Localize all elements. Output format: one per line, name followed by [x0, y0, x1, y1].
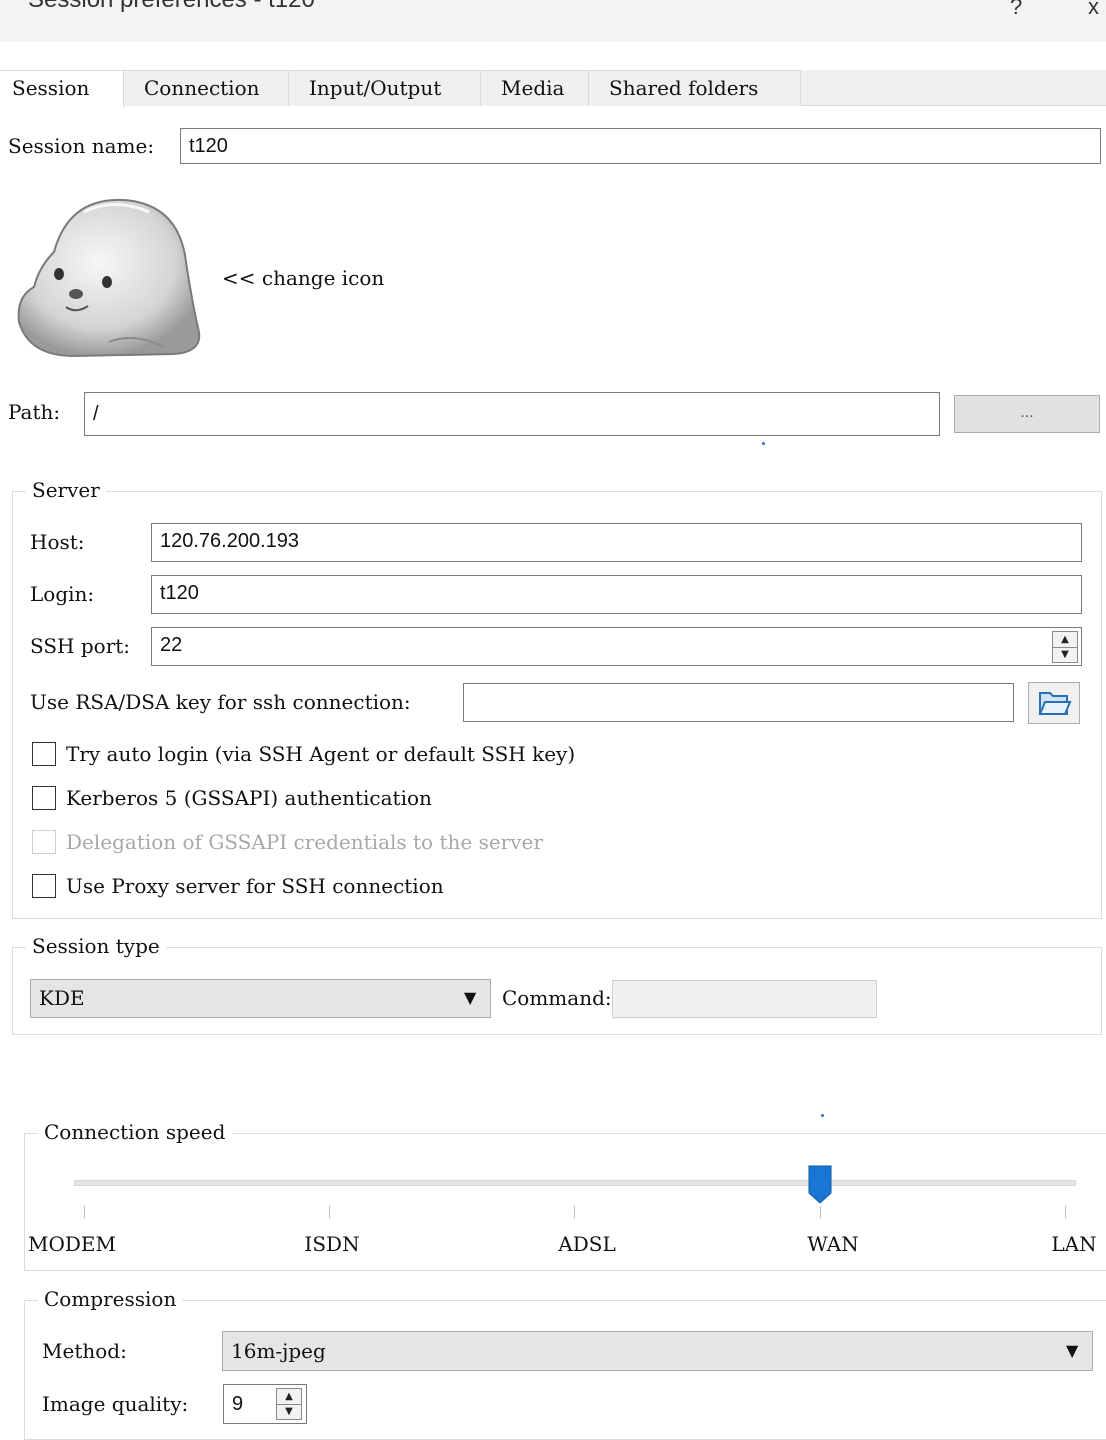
- tab-connection[interactable]: Connection: [123, 70, 289, 106]
- proxy-checkbox[interactable]: [32, 874, 56, 898]
- speed-tick: [574, 1206, 575, 1218]
- chevron-down-icon[interactable]: ▼: [464, 988, 476, 1007]
- speed-label-lan: LAN: [1051, 1232, 1097, 1256]
- ssh-port-label: SSH port:: [30, 634, 131, 658]
- spin-down-icon[interactable]: ▼: [1053, 647, 1077, 662]
- session-type-legend: Session type: [26, 934, 166, 958]
- folder-open-icon: [1038, 692, 1072, 715]
- ssh-port-spinner[interactable]: ▲ ▼: [1052, 631, 1078, 663]
- spin-down-icon[interactable]: ▼: [277, 1404, 301, 1419]
- speed-label-modem: MODEM: [28, 1232, 116, 1256]
- rsa-key-field[interactable]: [463, 683, 1014, 722]
- kerberos-checkbox[interactable]: [32, 786, 56, 810]
- path-label: Path:: [8, 400, 61, 424]
- speed-tick: [820, 1206, 821, 1218]
- auto-login-checkbox[interactable]: [32, 742, 56, 766]
- command-field: [612, 980, 877, 1018]
- title-bar: Session preferences - t120 ? x: [0, 0, 1106, 42]
- window-title: Session preferences - t120: [28, 0, 315, 14]
- gssapi-delegation-checkbox: [32, 830, 56, 854]
- help-button[interactable]: ?: [1010, 0, 1022, 20]
- change-icon-link[interactable]: << change icon: [222, 266, 384, 290]
- method-value: 16m-jpeg: [231, 1339, 326, 1363]
- connection-speed-legend: Connection speed: [38, 1120, 232, 1144]
- session-name-label: Session name:: [8, 134, 155, 158]
- browse-path-button[interactable]: ...: [954, 395, 1100, 433]
- tab-session[interactable]: Session: [0, 70, 124, 107]
- gssapi-delegation-label: Delegation of GSSAPI credentials to the …: [66, 830, 543, 854]
- session-type-dropdown[interactable]: KDE: [30, 979, 491, 1018]
- chevron-down-icon[interactable]: ▼: [1066, 1341, 1078, 1360]
- speed-label-adsl: ADSL: [558, 1232, 616, 1256]
- command-label: Command:: [502, 986, 612, 1010]
- spin-up-icon[interactable]: ▲: [277, 1389, 301, 1404]
- speed-label-wan: WAN: [807, 1232, 859, 1256]
- speed-slider-track[interactable]: [74, 1180, 1076, 1186]
- rsa-key-label: Use RSA/DSA key for ssh connection:: [30, 690, 411, 714]
- path-field[interactable]: /: [84, 392, 940, 436]
- host-field[interactable]: 120.76.200.193: [151, 523, 1082, 562]
- decorative-dot: [821, 1114, 824, 1117]
- browse-key-button[interactable]: [1028, 682, 1080, 724]
- method-label: Method:: [42, 1339, 127, 1363]
- speed-tick: [84, 1206, 85, 1218]
- speed-slider-thumb[interactable]: [808, 1164, 832, 1204]
- speed-tick: [329, 1206, 330, 1218]
- seal-icon[interactable]: [14, 192, 204, 362]
- host-label: Host:: [30, 530, 85, 554]
- tab-input-output[interactable]: Input/Output: [288, 70, 481, 106]
- method-dropdown[interactable]: 16m-jpeg: [222, 1331, 1093, 1371]
- login-label: Login:: [30, 582, 95, 606]
- image-quality-label: Image quality:: [42, 1392, 189, 1416]
- compression-legend: Compression: [38, 1287, 183, 1311]
- proxy-label[interactable]: Use Proxy server for SSH connection: [66, 874, 444, 898]
- speed-label-isdn: ISDN: [304, 1232, 360, 1256]
- login-field[interactable]: t120: [151, 575, 1082, 614]
- auto-login-label[interactable]: Try auto login (via SSH Agent or default…: [66, 742, 575, 766]
- close-button[interactable]: x: [1088, 0, 1099, 20]
- decorative-dot: [762, 442, 765, 445]
- tab-shared-folders[interactable]: Shared folders: [588, 70, 801, 106]
- image-quality-spinner[interactable]: ▲ ▼: [276, 1388, 302, 1420]
- spin-up-icon[interactable]: ▲: [1053, 632, 1077, 647]
- speed-tick: [1065, 1206, 1066, 1218]
- ssh-port-field[interactable]: 22: [151, 627, 1082, 666]
- kerberos-label[interactable]: Kerberos 5 (GSSAPI) authentication: [66, 786, 432, 810]
- session-type-value: KDE: [39, 986, 85, 1010]
- session-name-field[interactable]: t120: [180, 128, 1101, 164]
- server-legend: Server: [26, 478, 106, 502]
- tab-media[interactable]: Media: [480, 70, 589, 106]
